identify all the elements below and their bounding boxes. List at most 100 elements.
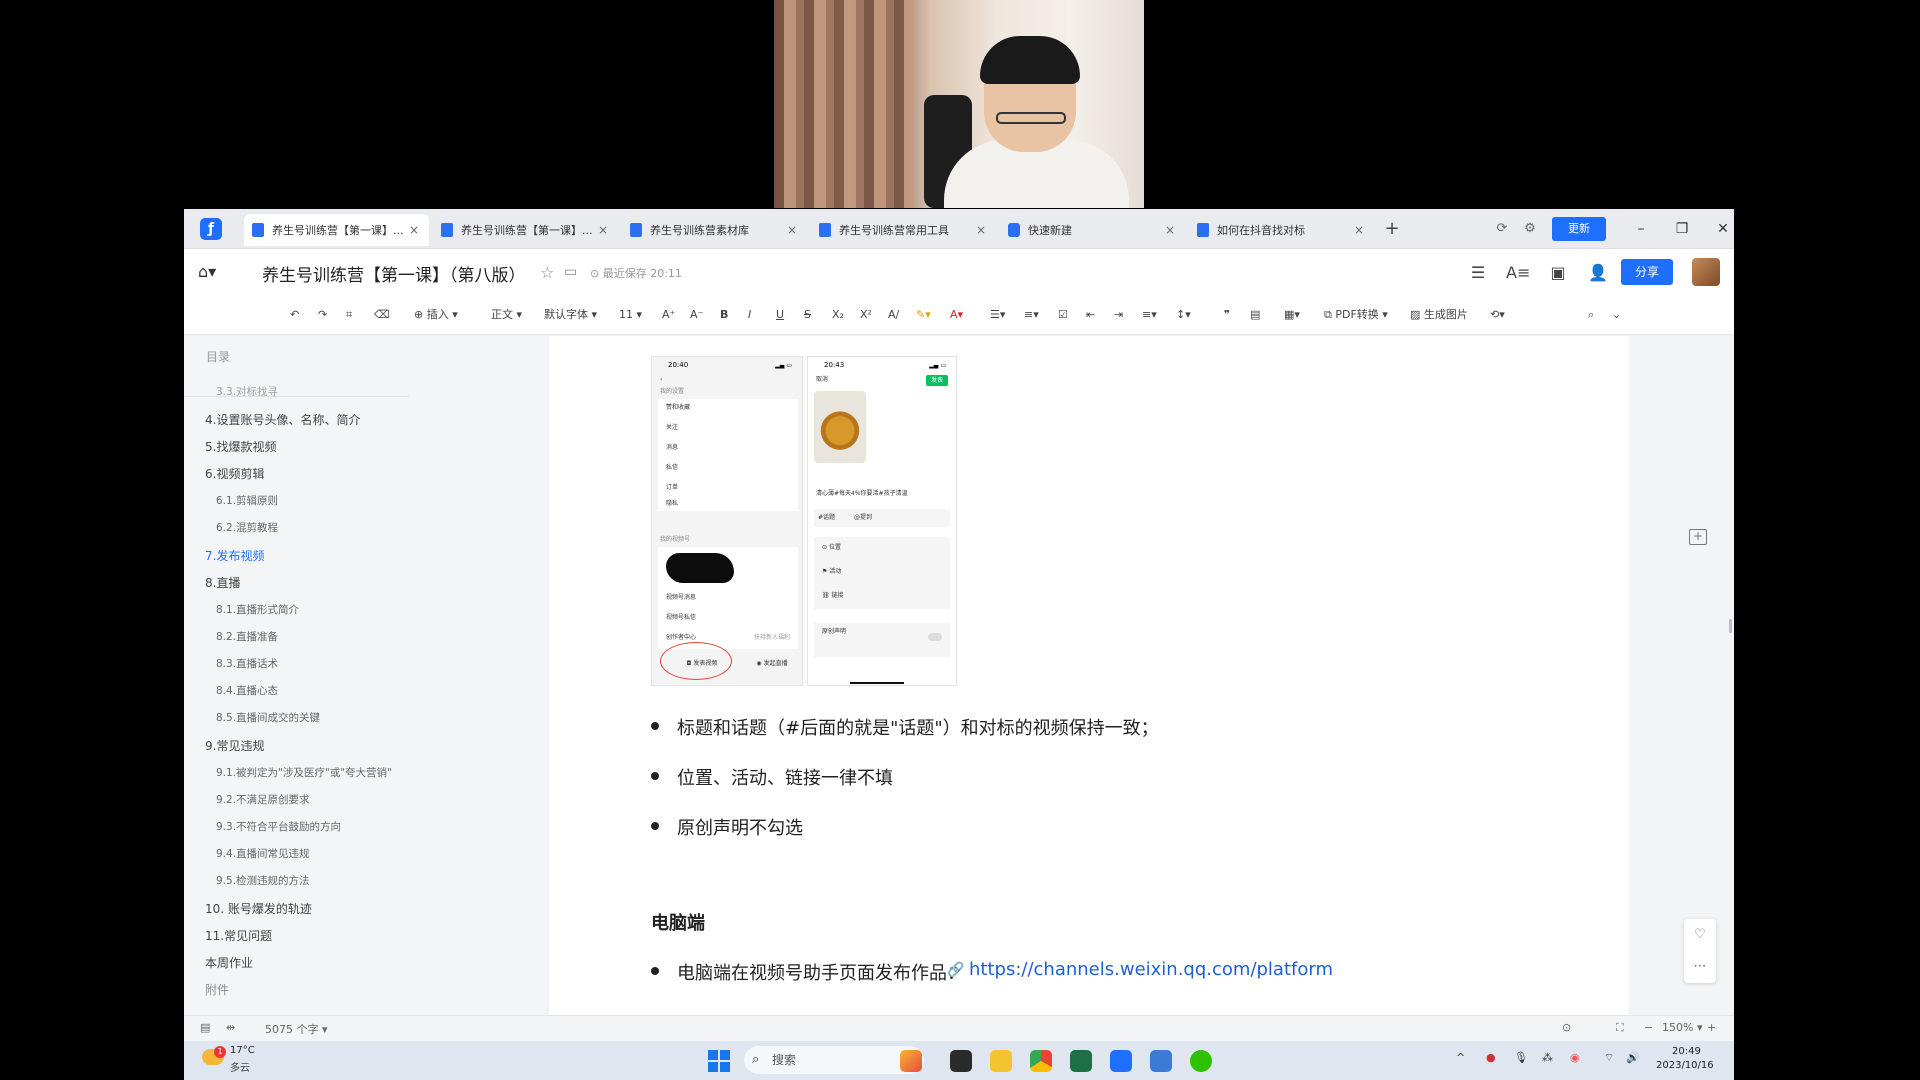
toc-item[interactable]: 8.1.直播形式简介 — [216, 602, 299, 617]
close-icon[interactable]: × — [596, 223, 610, 237]
update-button[interactable]: 更新 — [1552, 217, 1606, 241]
document-title[interactable]: 养生号训练营【第一课】（第八版） — [262, 261, 526, 286]
close-icon[interactable]: × — [1352, 223, 1366, 237]
checkbox-list-icon[interactable]: ☑ — [1058, 305, 1068, 325]
zoom-in-icon[interactable]: + — [1707, 1021, 1716, 1034]
star-icon[interactable]: ☆ — [540, 263, 554, 282]
toc-item[interactable]: 10. 账号爆发的轨迹 — [205, 900, 312, 917]
superscript-icon[interactable]: X² — [860, 305, 872, 325]
new-tab-button[interactable]: + — [1380, 217, 1404, 241]
bullet-text[interactable]: 电脑端在视频号助手页面发布作品： — [677, 959, 965, 985]
toc-item[interactable]: 8.2.直播准备 — [216, 629, 278, 644]
document-page[interactable]: 20:40 ▂▄ ▭ ‹ 我的设置 赞和收藏 关注 消息 私信 订单 隐私 我的… — [549, 336, 1629, 1015]
undo-icon[interactable]: ↶ — [290, 305, 299, 325]
more-tools-icon[interactable]: ⟲▾ — [1490, 305, 1505, 325]
toc-item[interactable]: 11.常见问题 — [205, 927, 272, 944]
format-painter-icon[interactable]: ⌗ — [346, 305, 352, 325]
insert-menu[interactable]: ⊕ 插入 ▾ — [414, 305, 458, 325]
clock-time[interactable]: 20:49 — [1672, 1046, 1701, 1057]
avatar[interactable] — [1692, 258, 1720, 286]
docs-app-icon[interactable] — [1110, 1050, 1132, 1072]
strikethrough-icon[interactable]: S — [804, 305, 811, 325]
bold-icon[interactable]: B — [720, 305, 728, 325]
platform-link[interactable]: https://channels.weixin.qq.com/platform — [969, 959, 1333, 980]
close-icon[interactable]: × — [1163, 223, 1177, 237]
toc-item[interactable]: 8.3.直播话术 — [216, 656, 278, 671]
home-icon[interactable]: ⌂▾ — [198, 262, 220, 282]
generate-image-button[interactable]: ▨ 生成图片 — [1410, 305, 1468, 325]
restore-icon[interactable]: ❐ — [1671, 218, 1693, 240]
word-count[interactable]: 5075 个字 ▾ — [265, 1021, 328, 1037]
outline-toggle-icon[interactable]: ▤ — [200, 1021, 210, 1034]
toc-item[interactable]: 9.3.不符合平台鼓励的方向 — [216, 819, 341, 834]
indent-decrease-icon[interactable]: ⇤ — [1086, 305, 1095, 325]
tab-quick-new[interactable]: 快速新建 × — [1000, 214, 1185, 246]
tab-doc-3[interactable]: 养生号训练营素材库 × — [622, 214, 807, 246]
highlight-icon[interactable]: ✎▾ — [916, 305, 931, 325]
add-comment-icon[interactable]: + — [1689, 529, 1707, 545]
tray-network-icon[interactable]: ⁂ — [1542, 1051, 1553, 1064]
quote-icon[interactable]: ❞ — [1224, 305, 1230, 325]
menu-icon[interactable]: ☰ — [1466, 261, 1490, 285]
toc-item[interactable]: 8.4.直播心态 — [216, 683, 278, 698]
tray-chevron-icon[interactable]: ^ — [1456, 1051, 1465, 1064]
shirt-icon[interactable]: ♡ — [1684, 919, 1716, 951]
toc-item[interactable]: 8.5.直播间成交的关键 — [216, 710, 320, 725]
toc-item[interactable]: 4.设置账号头像、名称、简介 — [205, 411, 360, 428]
toc-item[interactable]: 6.2.混剪教程 — [216, 520, 278, 535]
section-heading[interactable]: 电脑端 — [651, 909, 705, 935]
zoom-out-icon[interactable]: − — [1644, 1021, 1653, 1034]
tab-doc-1[interactable]: 养生号训练营【第一课】... × — [244, 214, 429, 246]
close-icon[interactable]: × — [785, 223, 799, 237]
search-icon[interactable]: ⌕ — [1588, 305, 1594, 325]
bullet-text[interactable]: 位置、活动、链接一律不填 — [677, 764, 893, 790]
embedded-screenshot[interactable]: 20:40 ▂▄ ▭ ‹ 我的设置 赞和收藏 关注 消息 私信 订单 隐私 我的… — [651, 356, 957, 686]
zoom-level[interactable]: 150% ▾ — [1662, 1021, 1702, 1034]
numbered-list-icon[interactable]: ≡▾ — [1024, 305, 1039, 325]
toc-item-active[interactable]: 7.发布视频 — [205, 547, 264, 564]
toc-item[interactable]: 6.1.剪辑原则 — [216, 493, 278, 508]
bullet-list-icon[interactable]: ☰▾ — [990, 305, 1005, 325]
tab-doc-6[interactable]: 如何在抖音找对标 × — [1189, 214, 1374, 246]
toc-item[interactable]: 5.找爆款视频 — [205, 438, 276, 455]
focus-icon[interactable]: ⊙ — [1562, 1021, 1571, 1034]
clock-date[interactable]: 2023/10/16 — [1656, 1060, 1714, 1071]
italic-icon[interactable]: I — [748, 305, 751, 325]
toc-item[interactable]: 9.4.直播间常见违规 — [216, 846, 310, 861]
start-icon[interactable] — [708, 1050, 730, 1072]
wechat-icon[interactable] — [1190, 1050, 1212, 1072]
indent-increase-icon[interactable]: ⇥ — [1114, 305, 1123, 325]
folder-icon[interactable]: ▭ — [564, 264, 577, 280]
fullscreen-icon[interactable]: ⛶ — [1616, 1021, 1624, 1035]
font-size-select[interactable]: 11 ▾ — [619, 305, 642, 325]
present-icon[interactable]: ▣ — [1546, 261, 1570, 285]
font-family-select[interactable]: 默认字体 ▾ — [544, 305, 597, 325]
scrollbar-thumb[interactable] — [1729, 619, 1732, 633]
paragraph-style-select[interactable]: 正文 ▾ — [491, 305, 522, 325]
sync-icon[interactable]: ⟳ — [1492, 219, 1512, 239]
line-spacing-icon[interactable]: ↕▾ — [1176, 305, 1191, 325]
pdf-convert-button[interactable]: ⧉ PDF转换 ▾ — [1324, 305, 1388, 325]
toc-item[interactable]: 9.常见违规 — [205, 737, 264, 754]
tray-app-icon[interactable]: ● — [1486, 1051, 1496, 1064]
decrease-font-icon[interactable]: A⁻ — [690, 305, 703, 325]
collaborator-icon[interactable]: 👤 — [1586, 261, 1610, 285]
close-icon[interactable]: × — [974, 223, 988, 237]
app-logo-icon[interactable]: ƒ — [200, 218, 222, 240]
page-width-icon[interactable]: ⇹ — [226, 1021, 235, 1034]
wifi-icon[interactable]: ⌔ — [1604, 1051, 1614, 1065]
file-explorer-icon[interactable] — [990, 1050, 1012, 1072]
taskbar-search[interactable]: ⌕ 搜索 — [744, 1046, 924, 1074]
toc-item[interactable]: 附件 — [205, 981, 229, 998]
tab-doc-2[interactable]: 养生号训练营【第一课】... × — [433, 214, 618, 246]
meeting-app-icon[interactable] — [1150, 1050, 1172, 1072]
toc-item[interactable]: 6.视频剪辑 — [205, 465, 264, 482]
tray-antivirus-icon[interactable]: ◉ — [1570, 1051, 1580, 1064]
toc-item[interactable]: 8.直播 — [205, 574, 240, 591]
close-icon[interactable]: × — [407, 223, 421, 237]
chrome-icon[interactable] — [1030, 1050, 1052, 1072]
subscript-icon[interactable]: X₂ — [832, 305, 844, 325]
toc-item[interactable]: 9.5.检测违规的方法 — [216, 873, 310, 888]
eraser-icon[interactable]: ⌫ — [374, 305, 390, 325]
volume-icon[interactable]: 🔊 — [1626, 1051, 1640, 1064]
